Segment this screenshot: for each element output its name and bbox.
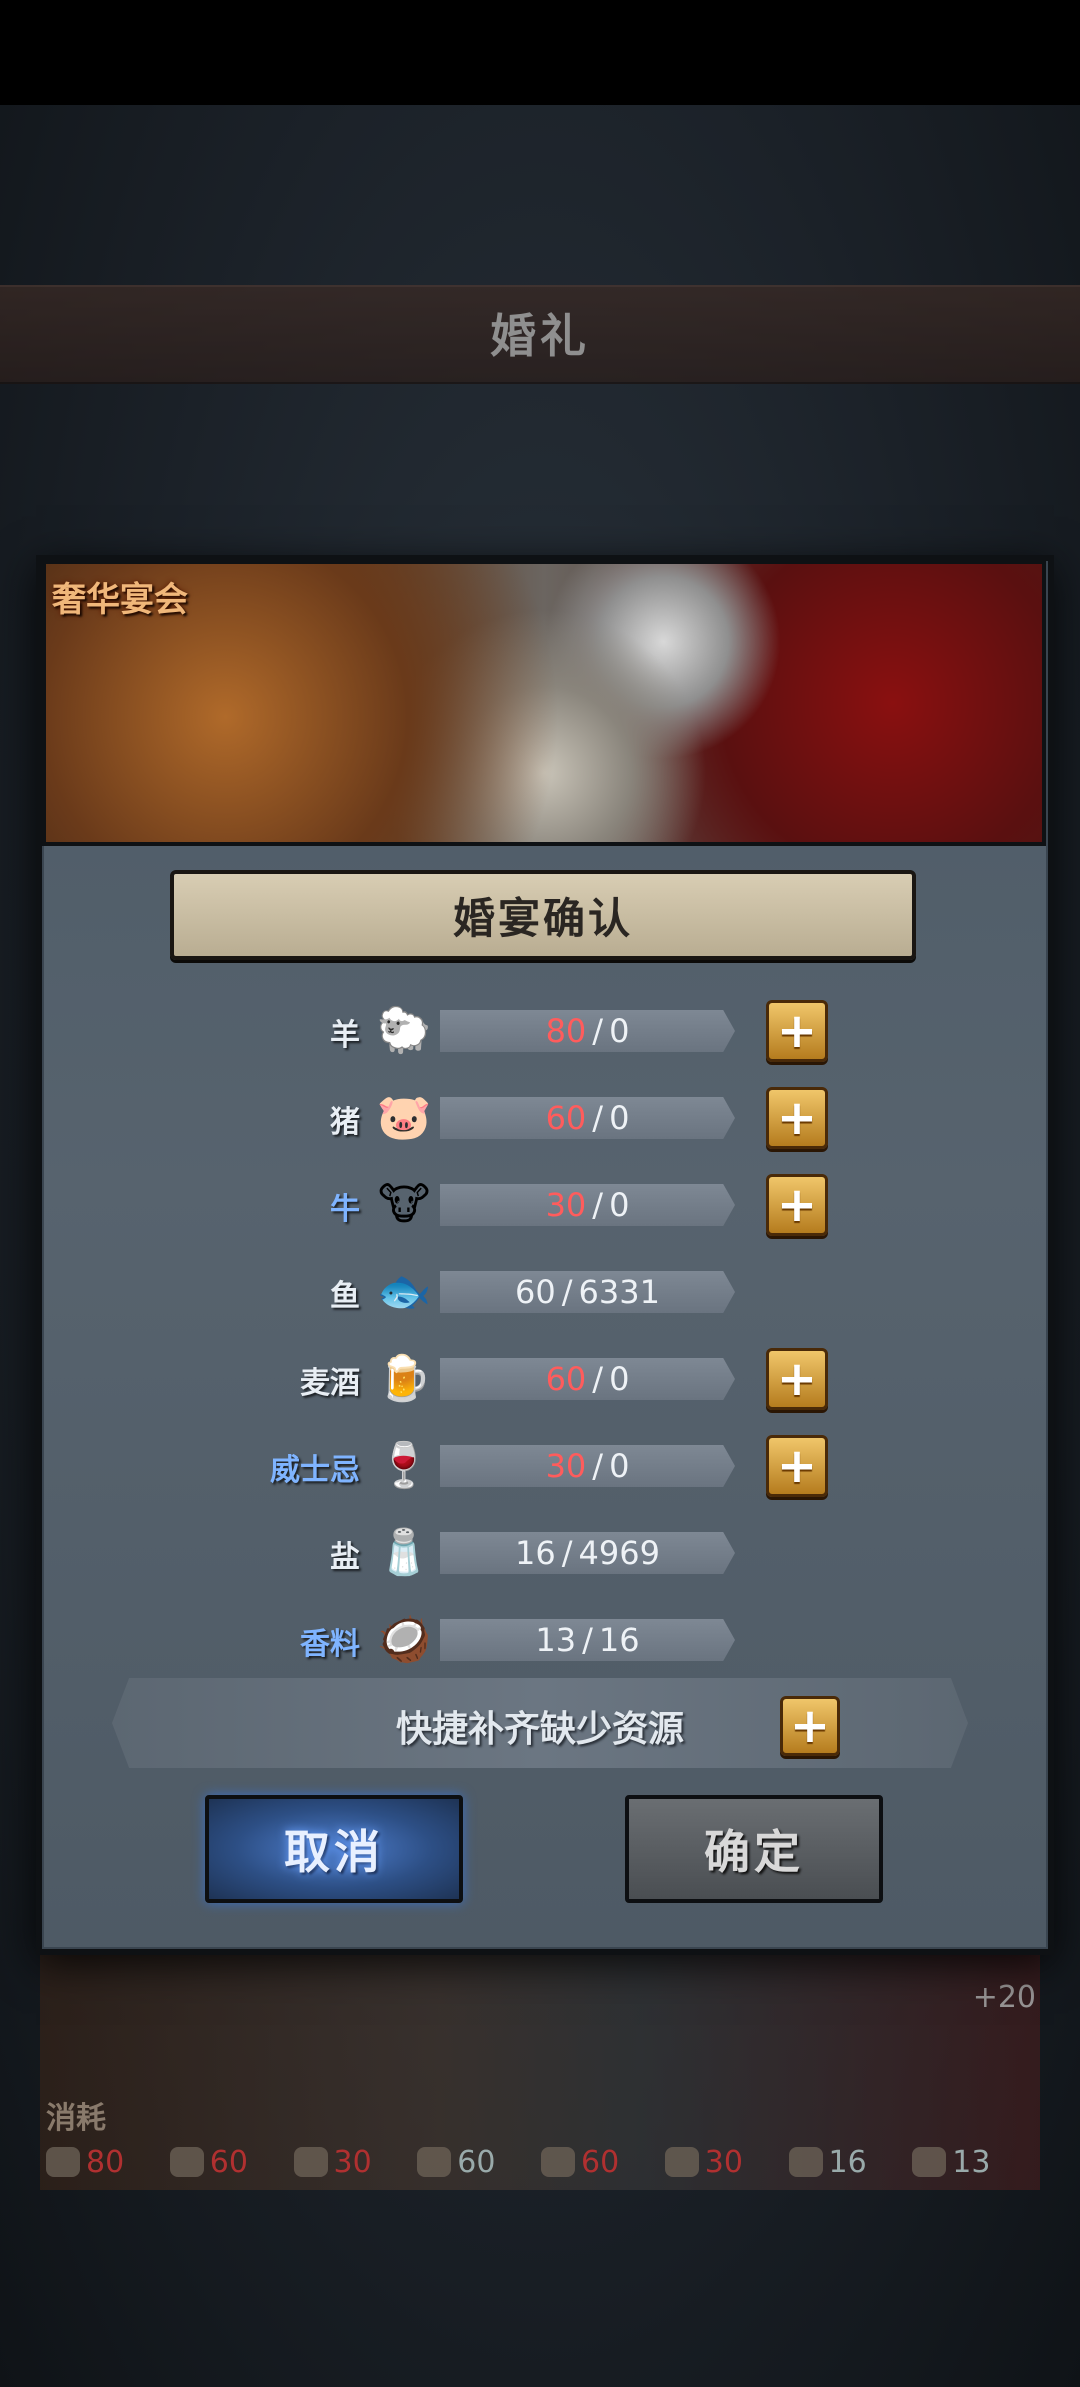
consume-value: 16 [828, 2144, 867, 2180]
resource-row: 羊 80/0 🐑 + [0, 1000, 1080, 1064]
resource-required: 16 [515, 1534, 556, 1572]
resource-owned: 4969 [578, 1534, 660, 1572]
resource-row: 香料 13/16 🥥 [0, 1609, 1080, 1673]
cow-icon: 🐮 [377, 1178, 431, 1230]
banner-label: 奢华宴会 [52, 580, 188, 620]
resource-row: 威士忌 30/0 🍷 + [0, 1435, 1080, 1499]
resource-label: 猪 [330, 1105, 360, 1140]
resource-row: 麦酒 60/0 🍺 + [0, 1348, 1080, 1412]
salt-icon: 🧂 [376, 1527, 432, 1578]
beer-icon: 🍺 [376, 1353, 432, 1404]
fish-icon [417, 2147, 452, 2177]
consume-item: 16 [788, 2144, 913, 2180]
page-title: 婚礼 [490, 309, 590, 363]
spice-icon: 🥥 [376, 1614, 432, 1665]
resource-label: 麦酒 [300, 1366, 360, 1401]
consume-value: 30 [704, 2144, 743, 2180]
consume-value: 60 [457, 2144, 496, 2180]
resource-label: 威士忌 [270, 1453, 360, 1488]
feast-banner-image [42, 560, 1046, 846]
add-resource-button[interactable]: + [766, 1000, 828, 1062]
resource-required: 13 [535, 1621, 577, 1659]
consume-item: 60 [541, 2145, 665, 2180]
resource-owned: 0 [609, 1360, 630, 1398]
sheep-icon: 🐑 [376, 1005, 432, 1056]
add-resource-button[interactable]: + [766, 1087, 828, 1149]
resource-label: 鱼 [330, 1279, 360, 1314]
resource-amount-bar: 30/0 [440, 1445, 735, 1487]
consume-item: 80 [46, 2145, 170, 2180]
amount-separator: / [561, 1534, 573, 1572]
resource-owned: 16 [598, 1621, 640, 1659]
quick-fill-label: 快捷补齐缺少资源 [395, 1709, 684, 1750]
amount-separator: / [582, 1621, 593, 1659]
sheep-icon [46, 2147, 80, 2177]
resource-owned: 0 [609, 1099, 630, 1137]
resource-required: 30 [545, 1447, 587, 1485]
resource-row: 牛 30/0 🐮 + [0, 1174, 1080, 1238]
resource-required: 60 [515, 1273, 556, 1311]
resource-owned: 6331 [578, 1273, 660, 1311]
fish-icon: 🐟 [376, 1266, 432, 1317]
resource-amount-bar: 30/0 [440, 1184, 735, 1226]
resource-amount-bar: 16/4969 [440, 1532, 735, 1574]
beer-icon [541, 2147, 575, 2177]
quick-fill-plus-button[interactable]: + [780, 1696, 840, 1756]
consume-item: 60 [169, 2144, 294, 2180]
resource-label: 香料 [300, 1627, 360, 1662]
resource-required: 60 [545, 1099, 587, 1137]
amount-separator: / [592, 1099, 604, 1137]
pig-icon: 🐷 [376, 1092, 432, 1143]
confirm-button[interactable]: 确定 [625, 1795, 883, 1903]
resource-label: 羊 [330, 1018, 360, 1053]
resource-owned: 0 [609, 1447, 630, 1485]
resource-amount-bar: 80/0 [440, 1010, 735, 1052]
pig-icon [169, 2147, 204, 2177]
consume-value: 30 [333, 2144, 372, 2180]
amount-separator: / [592, 1447, 604, 1485]
consume-item: 30 [664, 2144, 789, 2180]
amount-separator: / [592, 1360, 604, 1398]
resource-owned: 0 [609, 1012, 630, 1050]
consume-value: 60 [581, 2144, 620, 2180]
amount-separator: / [592, 1012, 604, 1050]
consume-row: 80 60 30 60 60 30 16 13 [46, 2140, 1036, 2184]
resource-owned: 0 [609, 1186, 630, 1224]
dialog-title: 婚宴确认 [170, 870, 916, 960]
consume-label: 消耗 [46, 2101, 106, 2136]
resource-required: 80 [545, 1012, 587, 1050]
resource-amount-bar: 13/16 [440, 1619, 735, 1661]
whisky-icon: 🍷 [376, 1440, 432, 1491]
consume-value: 13 [952, 2144, 991, 2180]
background-gain-value: +20 [972, 1980, 1036, 2015]
status-bar [0, 0, 1080, 105]
resource-row: 盐 16/4969 🧂 [0, 1522, 1080, 1586]
resource-required: 30 [545, 1186, 587, 1224]
consume-item: 13 [912, 2145, 1036, 2180]
amount-separator: / [561, 1273, 573, 1311]
resource-label: 盐 [330, 1540, 360, 1575]
resource-amount-bar: 60/0 [440, 1358, 735, 1400]
spice-icon [912, 2147, 947, 2177]
add-resource-button[interactable]: + [766, 1435, 828, 1497]
consume-value: 80 [86, 2144, 125, 2180]
cancel-button[interactable]: 取消 [205, 1795, 463, 1903]
whisky-icon [664, 2147, 699, 2177]
consume-item: 30 [293, 2144, 418, 2180]
amount-separator: / [592, 1186, 604, 1224]
resource-row: 鱼 60/6331 🐟 [0, 1261, 1080, 1325]
salt-icon [788, 2147, 823, 2177]
resource-label: 牛 [330, 1192, 360, 1227]
cow-icon [293, 2147, 328, 2177]
add-resource-button[interactable]: + [766, 1348, 828, 1410]
add-resource-button[interactable]: + [766, 1174, 828, 1236]
consume-value: 60 [209, 2144, 248, 2180]
resource-amount-bar: 60/6331 [440, 1271, 735, 1313]
resource-required: 60 [545, 1360, 587, 1398]
resource-amount-bar: 60/0 [440, 1097, 735, 1139]
consume-item: 60 [417, 2145, 541, 2180]
resource-row: 猪 60/0 🐷 + [0, 1087, 1080, 1151]
